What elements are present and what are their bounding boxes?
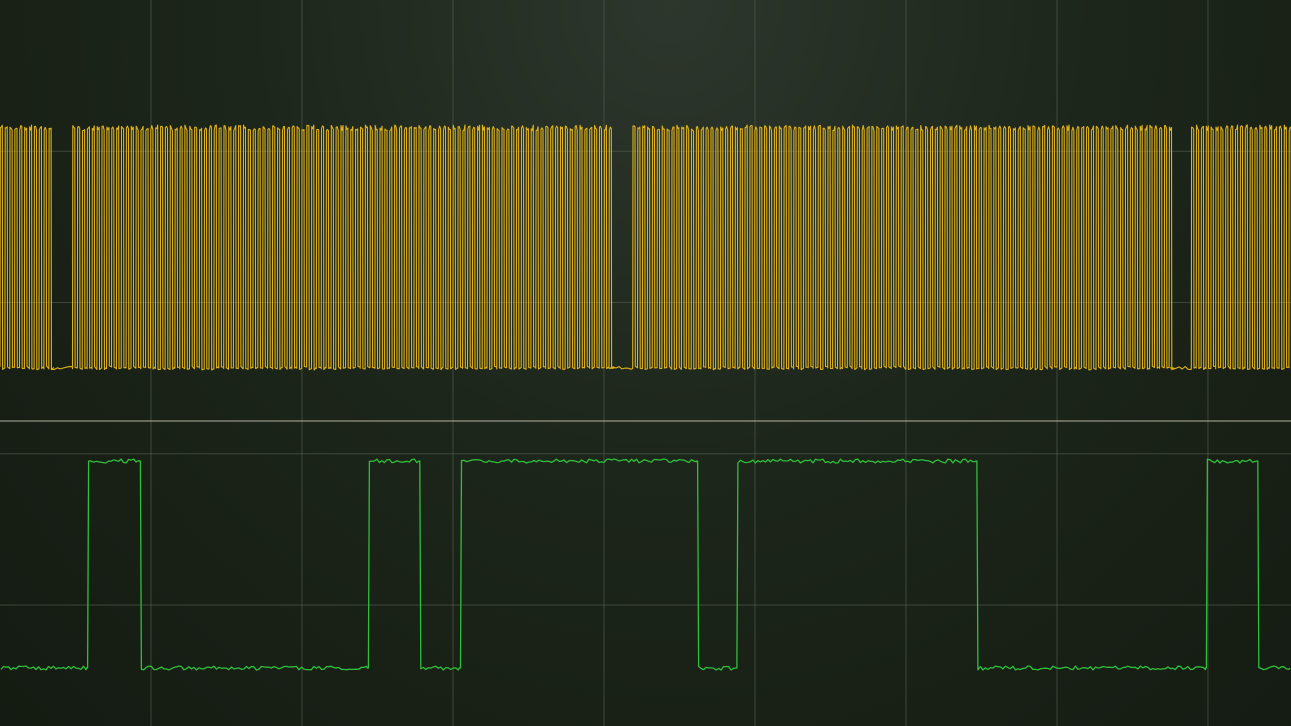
- channel-1-trace: [0, 124, 1291, 371]
- channel-2-trace: [0, 458, 1291, 671]
- oscilloscope-display: [0, 0, 1291, 726]
- scope-plot: [0, 0, 1291, 726]
- channel-1-waveform: [0, 124, 1291, 371]
- channel-2-waveform: [0, 458, 1291, 671]
